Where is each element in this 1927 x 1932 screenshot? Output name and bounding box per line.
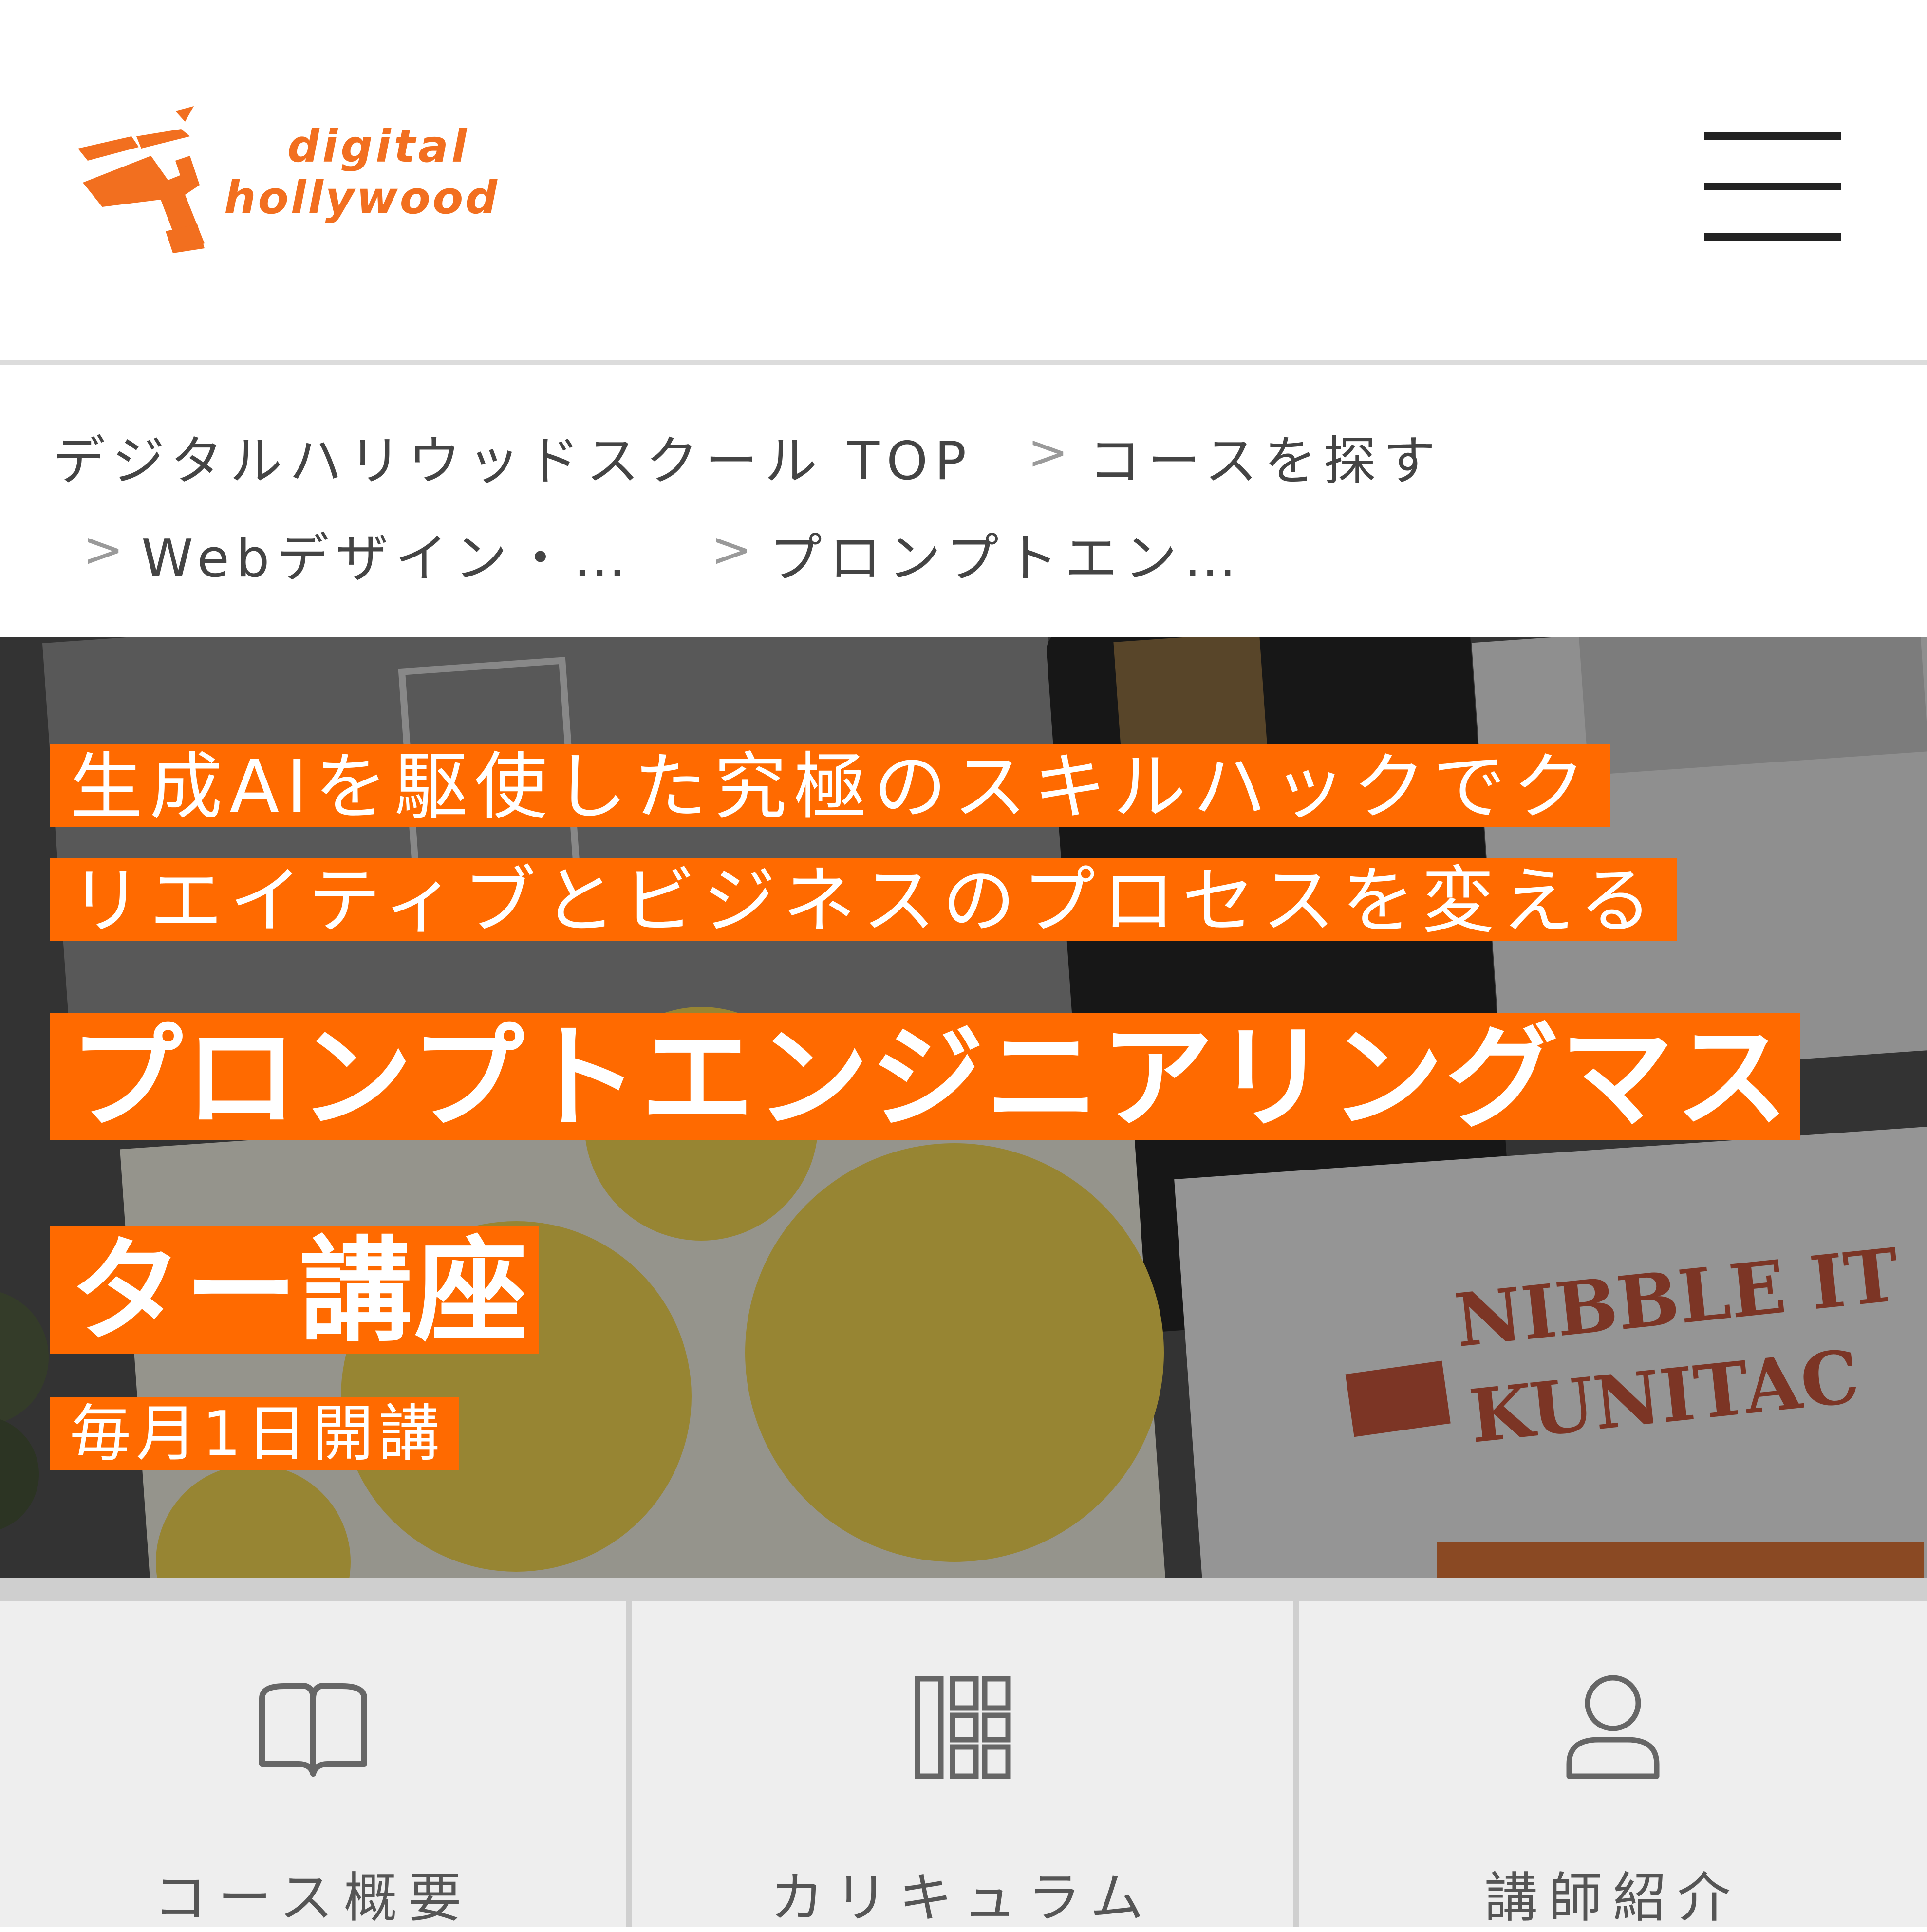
tab-course-overview[interactable]: コース概要: [0, 1601, 626, 1929]
tab-label-course-overview: コース概要: [153, 1867, 472, 1929]
tab-curriculum[interactable]: カリキュラム: [632, 1601, 1293, 1929]
breadcrumb-item-top[interactable]: デジタルハリウッドスクール TOP: [53, 419, 973, 495]
logo-text-digital: digital: [287, 120, 469, 172]
logo-text-hollywood: hollywood: [224, 172, 499, 224]
person-icon: [1566, 1675, 1660, 1779]
chevron-right-icon: >: [1028, 424, 1075, 481]
tab-instructors[interactable]: 講師紹介: [1299, 1601, 1927, 1929]
hero-title-line2: ター講座: [50, 1226, 540, 1354]
hero-subtitle-line1: 生成AIを駆使した究極のスキルハックでク: [50, 744, 1610, 827]
logo-mark-icon: digital hollywood: [78, 106, 499, 253]
course-tab-bar: コース概要 カリキュラム 講師紹介: [0, 1578, 1927, 1929]
hero-subtitle-line2: リエイティブとビジネスのプロセスを変える: [50, 858, 1677, 941]
site-header: digital hollywood: [0, 0, 1927, 365]
hero-schedule-badge: 毎月1日開講: [50, 1397, 460, 1470]
hamburger-icon-bar-top: [1704, 132, 1841, 140]
breadcrumb-item-web-design[interactable]: Webデザイン・…: [141, 516, 633, 592]
hero-banner: NIBBLE IT KUNITAC 生成AIを駆使した究極のスキルハックでク リ…: [0, 637, 1927, 1578]
open-book-icon: [259, 1683, 367, 1777]
grid-icon: [915, 1676, 1011, 1779]
tab-label-instructors: 講師紹介: [1484, 1867, 1741, 1929]
digital-hollywood-logo[interactable]: digital hollywood: [68, 102, 589, 263]
chevron-right-icon: >: [83, 521, 131, 578]
hamburger-menu-button[interactable]: [1704, 132, 1841, 241]
tab-label-curriculum: カリキュラム: [770, 1867, 1155, 1929]
breadcrumb-item-current: プロンプトエン…: [769, 528, 1243, 589]
hero-title-line1: プロンプトエンジニアリングマス: [50, 1013, 1800, 1140]
breadcrumb-item-course-search[interactable]: コースを探す: [1088, 419, 1442, 495]
chevron-right-icon: >: [711, 521, 759, 578]
hamburger-icon-bar-middle: [1704, 183, 1841, 190]
hamburger-icon-bar-bottom: [1704, 233, 1841, 241]
breadcrumb: デジタルハリウッドスクール TOP > コースを探す > Webデザイン・… >…: [0, 370, 1927, 637]
